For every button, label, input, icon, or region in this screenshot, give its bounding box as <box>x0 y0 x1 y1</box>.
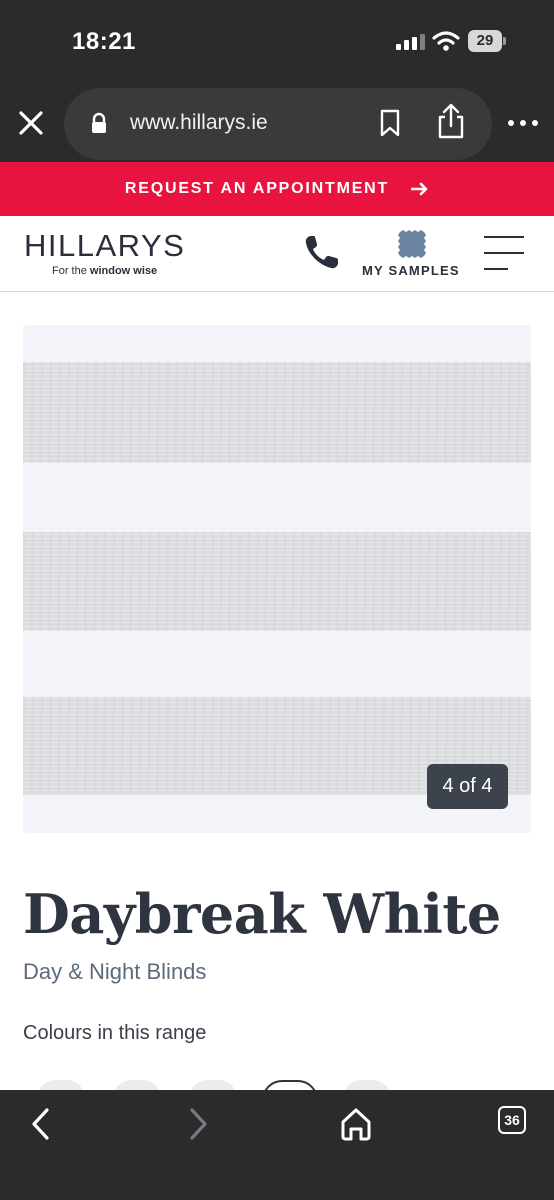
blind-solid-band <box>23 532 531 631</box>
colours-label: Colours in this range <box>23 1022 207 1044</box>
close-icon[interactable] <box>14 106 48 140</box>
status-time: 18:21 <box>72 28 136 55</box>
forward-icon[interactable] <box>178 1104 218 1144</box>
battery-icon: 29 <box>468 30 506 52</box>
browser-toolbar: 36 <box>0 1090 554 1200</box>
logo-tagline: For the window wise <box>52 265 158 277</box>
image-counter-badge: 4 of 4 <box>427 764 508 809</box>
cellular-signal-icon <box>396 34 428 50</box>
hamburger-menu-icon[interactable] <box>484 234 528 272</box>
promo-text: REQUEST AN APPOINTMENT <box>124 180 390 197</box>
tabs-icon[interactable]: 36 <box>498 1106 526 1134</box>
blind-solid-band <box>23 362 531 463</box>
battery-level: 29 <box>468 30 502 52</box>
fabric-swatch-icon <box>398 230 426 258</box>
wifi-icon <box>432 30 460 52</box>
bookmark-icon[interactable] <box>378 108 402 138</box>
product-image[interactable]: 4 of 4 <box>23 325 531 833</box>
site-header: HILLARYS For the window wise MY SAMPLES <box>0 216 554 292</box>
lock-icon <box>90 112 108 134</box>
back-icon[interactable] <box>22 1104 62 1144</box>
arrow-right-icon <box>410 182 429 196</box>
blind-sheer-band <box>23 325 531 362</box>
my-samples-label: MY SAMPLES <box>362 263 460 278</box>
blind-sheer-band <box>23 463 531 532</box>
request-appointment-banner[interactable]: REQUEST AN APPOINTMENT <box>0 162 554 216</box>
blind-sheer-band <box>23 631 531 697</box>
browser-chrome: 18:21 29 www.hillarys.ie <box>0 0 554 162</box>
hillarys-logo[interactable]: HILLARYS For the window wise <box>24 228 185 277</box>
share-icon[interactable] <box>436 102 466 140</box>
product-category[interactable]: Day & Night Blinds <box>23 959 206 985</box>
home-icon[interactable] <box>336 1104 376 1144</box>
product-title: Daybreak White <box>23 882 501 946</box>
phone-icon[interactable] <box>302 232 342 272</box>
my-samples-button[interactable]: MY SAMPLES <box>358 228 468 284</box>
more-options-icon[interactable] <box>506 110 540 136</box>
logo-wordmark: HILLARYS <box>24 228 186 263</box>
url-text: www.hillarys.ie <box>130 111 268 134</box>
address-bar[interactable]: www.hillarys.ie <box>64 88 492 160</box>
